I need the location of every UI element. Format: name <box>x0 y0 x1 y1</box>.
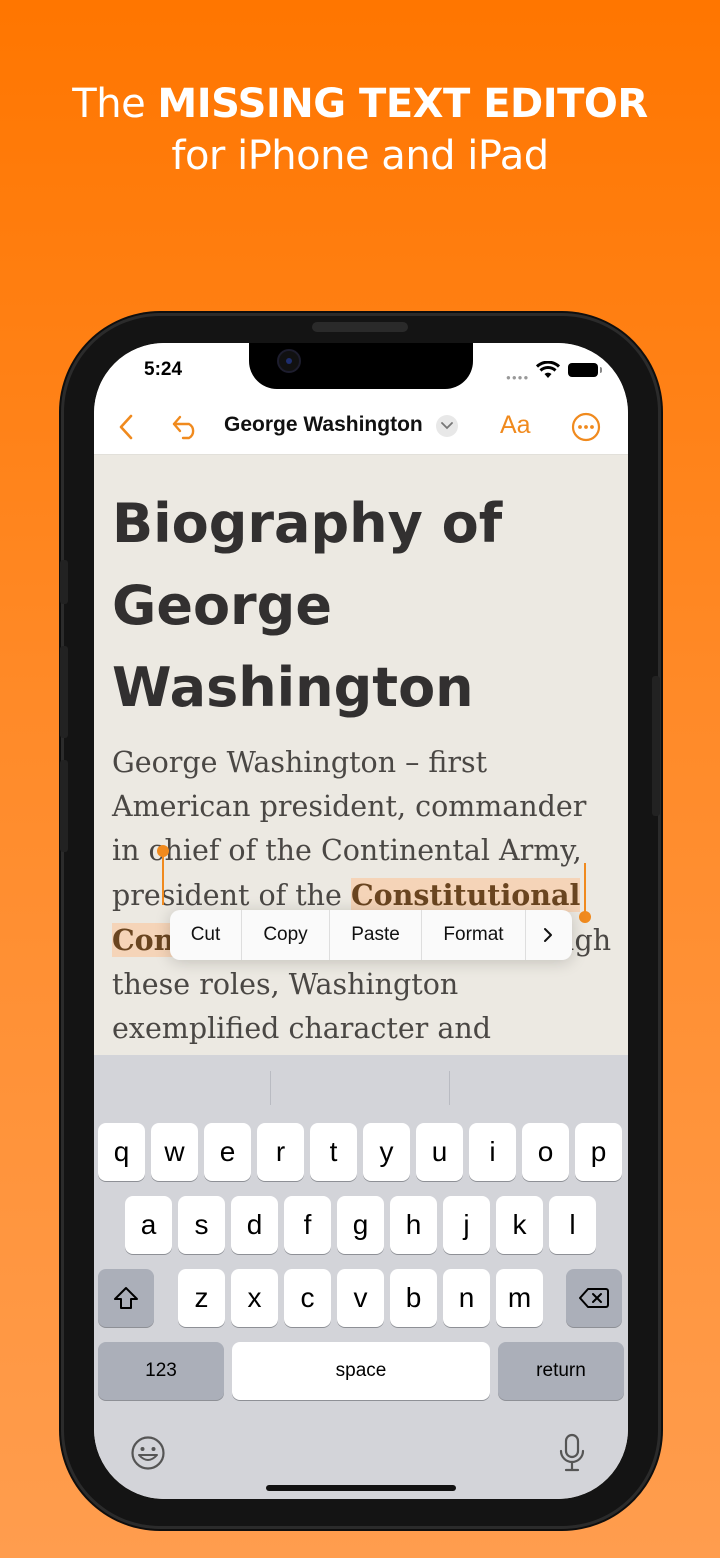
emoji-face-icon[interactable] <box>126 1431 170 1475</box>
key-a[interactable]: a <box>125 1196 172 1254</box>
ellipsis-circle-icon[interactable] <box>568 399 604 455</box>
chevron-down-icon[interactable] <box>436 415 458 437</box>
key-u[interactable]: u <box>416 1123 463 1181</box>
key-s[interactable]: s <box>178 1196 225 1254</box>
document-heading[interactable]: Biography of George Washington <box>112 483 612 729</box>
promo-bold: MISSING TEXT EDITOR <box>157 81 648 127</box>
menu-cut[interactable]: Cut <box>170 910 242 960</box>
key-e[interactable]: e <box>204 1123 251 1181</box>
battery-icon <box>568 363 602 377</box>
key-b[interactable]: b <box>390 1269 437 1327</box>
key-f[interactable]: f <box>284 1196 331 1254</box>
key-y[interactable]: y <box>363 1123 410 1181</box>
key-w[interactable]: w <box>151 1123 198 1181</box>
promo-prefix: The <box>72 81 146 127</box>
shift-key[interactable] <box>98 1269 154 1327</box>
document-editor[interactable]: Biography of George Washington George Wa… <box>94 455 628 1089</box>
key-l[interactable]: l <box>549 1196 596 1254</box>
prediction-divider <box>449 1071 450 1105</box>
nav-bar: George Washington Aa <box>94 399 628 455</box>
backspace-icon <box>579 1288 609 1308</box>
key-t[interactable]: t <box>310 1123 357 1181</box>
selection-end-handle[interactable] <box>579 863 591 923</box>
promo-line-2: for iPhone and iPad <box>171 133 549 179</box>
volume-down-button <box>60 760 68 852</box>
key-c[interactable]: c <box>284 1269 331 1327</box>
status-time: 5:24 <box>144 359 183 380</box>
wifi-icon <box>535 360 561 384</box>
document-title[interactable]: George Washington <box>224 413 423 437</box>
format-button[interactable]: Aa <box>500 411 531 440</box>
prediction-divider <box>270 1071 271 1105</box>
keyboard: 123 space return qwertyuiop asdfghjkl zxcv… <box>94 1055 628 1499</box>
key-g[interactable]: g <box>337 1196 384 1254</box>
key-q[interactable]: q <box>98 1123 145 1181</box>
phone-screen: 5:24 ●●●● George Washington Aa Biography… <box>94 343 628 1499</box>
key-n[interactable]: n <box>443 1269 490 1327</box>
return-key[interactable]: return <box>498 1342 624 1400</box>
undo-arrow-icon[interactable] <box>168 399 204 455</box>
key-k[interactable]: k <box>496 1196 543 1254</box>
numbers-key[interactable]: 123 <box>98 1342 224 1400</box>
promo-headline: The MISSING TEXT EDITOR for iPhone and i… <box>0 78 720 182</box>
volume-up-button <box>60 646 68 738</box>
selection-start-handle[interactable] <box>157 845 169 905</box>
menu-paste[interactable]: Paste <box>330 910 422 960</box>
menu-copy[interactable]: Copy <box>242 910 330 960</box>
key-x[interactable]: x <box>231 1269 278 1327</box>
key-z[interactable]: z <box>178 1269 225 1327</box>
microphone-icon[interactable] <box>552 1429 592 1477</box>
key-d[interactable]: d <box>231 1196 278 1254</box>
edit-context-menu: Cut Copy Paste Format <box>170 910 572 960</box>
key-i[interactable]: i <box>469 1123 516 1181</box>
key-h[interactable]: h <box>390 1196 437 1254</box>
notch <box>249 343 473 389</box>
shift-arrow-icon <box>114 1287 138 1309</box>
chevron-right-icon[interactable] <box>526 910 570 960</box>
promo-line-1: The MISSING TEXT EDITOR <box>0 78 720 130</box>
key-o[interactable]: o <box>522 1123 569 1181</box>
delete-key[interactable] <box>566 1269 622 1327</box>
space-key[interactable]: space <box>232 1342 490 1400</box>
key-j[interactable]: j <box>443 1196 490 1254</box>
power-button <box>652 676 660 816</box>
home-indicator <box>266 1485 456 1491</box>
front-camera-icon <box>277 349 301 373</box>
chevron-left-icon[interactable] <box>112 399 140 455</box>
key-m[interactable]: m <box>496 1269 543 1327</box>
signal-dots-icon: ●●●● <box>506 373 530 382</box>
mute-switch <box>60 560 68 604</box>
key-r[interactable]: r <box>257 1123 304 1181</box>
earpiece <box>312 322 408 332</box>
menu-format[interactable]: Format <box>422 910 526 960</box>
key-v[interactable]: v <box>337 1269 384 1327</box>
key-p[interactable]: p <box>575 1123 622 1181</box>
